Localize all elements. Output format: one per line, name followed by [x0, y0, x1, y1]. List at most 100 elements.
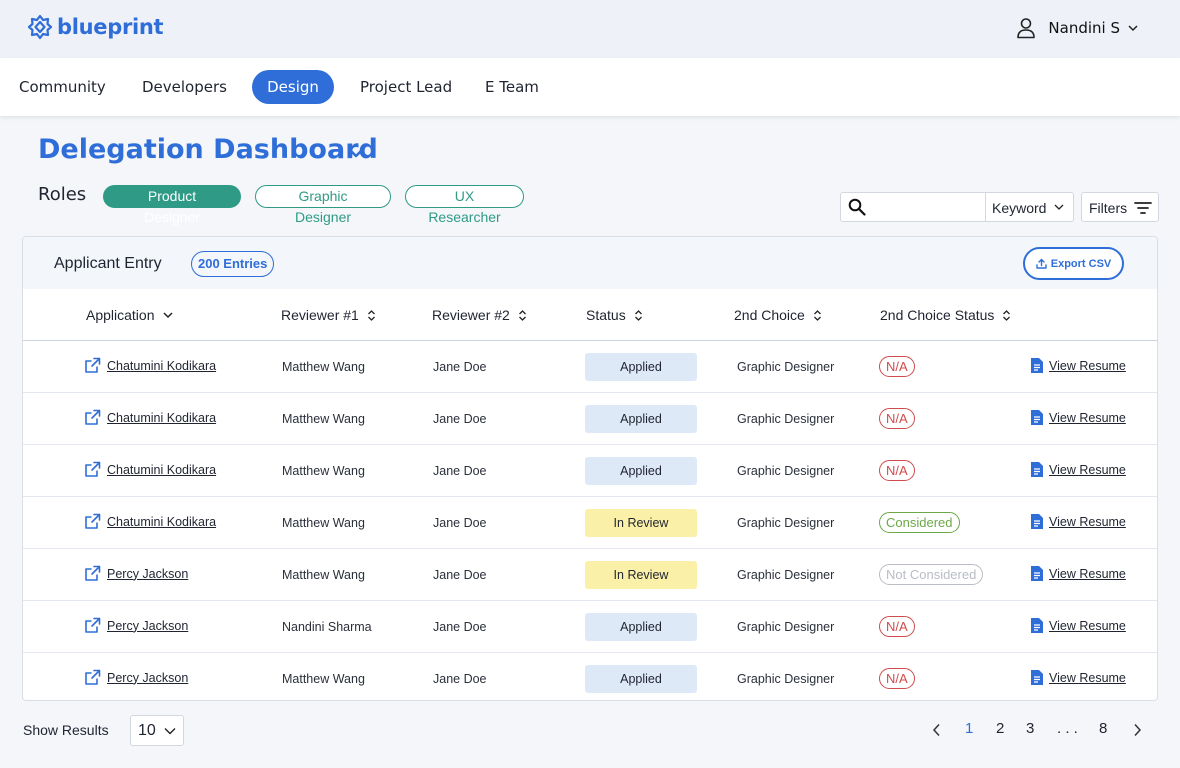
document-icon: [1031, 410, 1043, 425]
role-chip-ux-researcher[interactable]: UX Researcher: [405, 185, 524, 225]
applicant-link[interactable]: Chatumini Kodikara: [84, 409, 216, 426]
applicant-name: Percy Jackson: [107, 566, 189, 581]
show-results-label: Show Results: [23, 722, 109, 738]
page-3-link[interactable]: 3: [1026, 720, 1034, 737]
page-8-link[interactable]: 8: [1099, 720, 1107, 737]
chevron-down-icon: [164, 728, 176, 735]
external-link-icon: [85, 513, 101, 529]
view-resume-label: View Resume: [1049, 670, 1126, 685]
tab-design[interactable]: Design: [252, 70, 334, 104]
status-badge: Applied: [585, 665, 697, 693]
view-resume-link[interactable]: View Resume: [1031, 410, 1126, 425]
dashboard-dropdown-chevron-icon[interactable]: [347, 146, 365, 158]
reviewer-1-cell: Matthew Wang: [282, 412, 365, 426]
export-csv-label: Export CSV: [1050, 257, 1112, 270]
col-second-choice-status[interactable]: 2nd Choice Status: [880, 307, 1011, 323]
view-resume-link[interactable]: View Resume: [1031, 514, 1126, 529]
prev-page-icon[interactable]: [932, 723, 941, 737]
keyword-select[interactable]: Keyword: [992, 200, 1046, 216]
col-second-choice[interactable]: 2nd Choice: [734, 307, 822, 323]
second-choice-cell: Graphic Designer: [737, 464, 835, 478]
table-row: Chatumini Kodikara Matthew Wang Jane Doe In…: [23, 497, 1157, 549]
table-row: Chatumini Kodikara Matthew Wang Jane Doe Ap…: [23, 445, 1157, 497]
chevron-down-icon: [1128, 25, 1138, 32]
applicant-name: Chatumini Kodikara: [107, 358, 217, 373]
page-2-link[interactable]: 2: [996, 720, 1004, 737]
tab-community[interactable]: Community: [5, 70, 120, 104]
page-size-select[interactable]: 10: [130, 715, 184, 746]
roles-label: Roles: [38, 184, 87, 205]
document-icon: [1031, 670, 1043, 685]
applicant-link[interactable]: Chatumini Kodikara: [84, 461, 216, 478]
view-resume-link[interactable]: View Resume: [1031, 618, 1126, 633]
role-chip-graphic-designer[interactable]: Graphic Designer: [255, 185, 391, 225]
col-status[interactable]: Status: [586, 307, 643, 323]
second-choice-status-badge: Not Considered: [879, 564, 984, 585]
applicant-link[interactable]: Percy Jackson: [84, 617, 188, 634]
sort-icon: [1003, 309, 1011, 321]
card-title: Applicant Entry: [54, 255, 162, 272]
filters-label: Filters: [1089, 200, 1128, 216]
user-menu[interactable]: Nandini S: [1016, 15, 1150, 41]
external-link-icon: [85, 565, 101, 581]
reviewer-2-cell: Jane Doe: [433, 464, 487, 478]
applicant-link[interactable]: Percy Jackson: [84, 565, 188, 582]
status-badge: In Review: [585, 561, 697, 589]
col-reviewer-2[interactable]: Reviewer #2: [432, 307, 527, 323]
status-badge: Applied: [585, 353, 697, 381]
view-resume-link[interactable]: View Resume: [1031, 462, 1126, 477]
reviewer-1-cell: Matthew Wang: [282, 568, 365, 582]
document-icon: [1031, 462, 1043, 477]
table-row: Percy Jackson Matthew Wang Jane Doe In Revi…: [23, 549, 1157, 601]
search-divider: [985, 193, 986, 221]
second-choice-cell: Graphic Designer: [737, 568, 835, 582]
table-row: Percy Jackson Matthew Wang Jane Doe Applied…: [23, 653, 1157, 700]
next-page-icon[interactable]: [1133, 723, 1142, 737]
search-box[interactable]: Keyword: [840, 192, 1074, 222]
table-header: Application Reviewer #1 Reviewer #2 Stat…: [23, 289, 1157, 341]
reviewer-1-cell: Matthew Wang: [282, 516, 365, 530]
reviewer-2-cell: Jane Doe: [433, 412, 487, 426]
col-application-label: Application: [86, 307, 155, 323]
filters-button[interactable]: Filters: [1081, 192, 1159, 222]
view-resume-label: View Resume: [1049, 514, 1126, 529]
view-resume-link[interactable]: View Resume: [1031, 358, 1126, 373]
col-reviewer-1[interactable]: Reviewer #1: [281, 307, 376, 323]
applicant-link[interactable]: Chatumini Kodikara: [84, 513, 216, 530]
sort-icon: [367, 309, 375, 321]
role-chip-product-designer[interactable]: Product Designer: [103, 185, 241, 225]
view-resume-label: View Resume: [1049, 618, 1126, 633]
main-nav: Community Developers Design Project Lead…: [0, 58, 1180, 116]
reviewer-2-cell: Jane Doe: [433, 568, 487, 582]
second-choice-cell: Graphic Designer: [737, 360, 835, 374]
external-link-icon: [85, 409, 101, 425]
top-bar: blueprint Nandini S: [0, 0, 1180, 58]
col-reviewer-2-label: Reviewer #2: [432, 307, 510, 323]
view-resume-label: View Resume: [1049, 410, 1126, 425]
page-title: Delegation Dashboard: [38, 134, 378, 165]
brand-logo[interactable]: blueprint: [27, 13, 164, 41]
user-icon: [1017, 18, 1036, 39]
second-choice-status-badge: N/A: [879, 616, 915, 637]
filter-icon: [1134, 202, 1152, 214]
tab-project-lead[interactable]: Project Lead: [346, 70, 466, 104]
external-link-icon: [85, 617, 101, 633]
entries-badge: 200 Entries: [191, 251, 275, 277]
sort-icon: [813, 309, 821, 321]
page-1-link[interactable]: 1: [965, 720, 973, 737]
view-resume-label: View Resume: [1049, 358, 1126, 373]
page-size-value: 10: [138, 722, 156, 739]
tab-e-team[interactable]: E Team: [471, 70, 553, 104]
view-resume-link[interactable]: View Resume: [1031, 670, 1126, 685]
tab-developers[interactable]: Developers: [128, 70, 241, 104]
export-csv-button[interactable]: Export CSV: [1023, 247, 1124, 280]
table-row: Percy Jackson Nandini Sharma Jane Doe Appli…: [23, 601, 1157, 653]
view-resume-label: View Resume: [1049, 566, 1126, 581]
reviewer-1-cell: Nandini Sharma: [282, 620, 372, 634]
view-resume-link[interactable]: View Resume: [1031, 566, 1126, 581]
col-application[interactable]: Application: [86, 307, 173, 323]
applicant-link[interactable]: Chatumini Kodikara: [84, 357, 216, 374]
view-resume-label: View Resume: [1049, 462, 1126, 477]
status-badge: In Review: [585, 509, 697, 537]
applicant-link[interactable]: Percy Jackson: [84, 669, 188, 686]
